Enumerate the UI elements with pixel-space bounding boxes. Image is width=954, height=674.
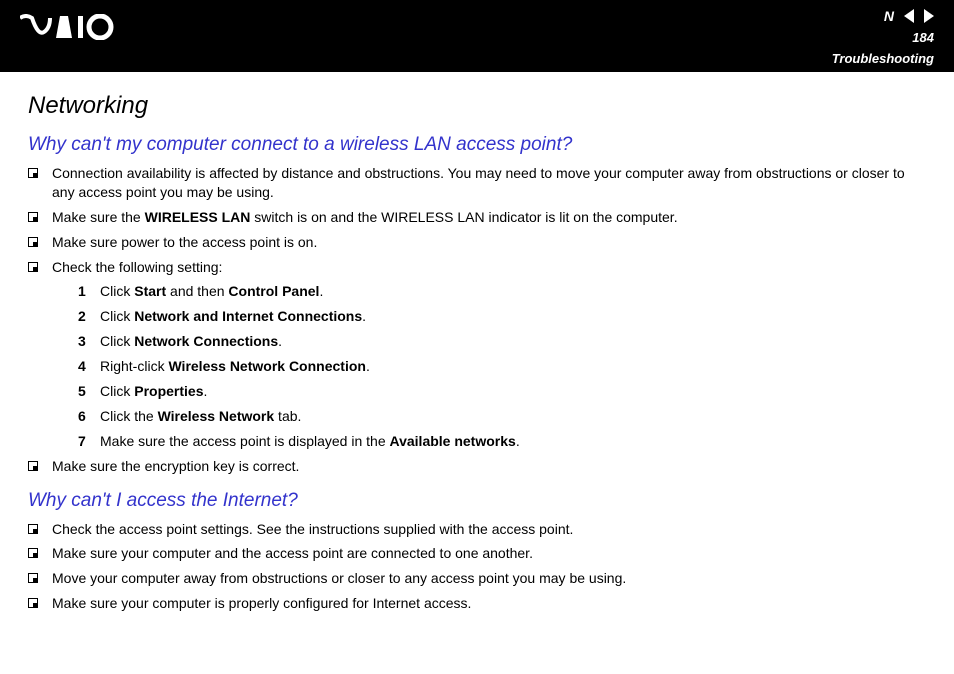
step-number: 2 — [78, 307, 100, 326]
bullet-text: Check the access point settings. See the… — [52, 520, 573, 539]
bold-text: Properties — [134, 383, 203, 399]
step-text: Click Network Connections. — [100, 332, 282, 351]
step-text: Click the Wireless Network tab. — [100, 407, 301, 426]
bold-text: Control Panel — [228, 283, 319, 299]
bullet-icon — [28, 548, 38, 558]
list-item: Make sure your computer and the access p… — [28, 544, 926, 563]
bullet-icon — [28, 573, 38, 583]
header-bar: N 184 Troubleshooting — [0, 0, 954, 72]
step-item: 2 Click Network and Internet Connections… — [78, 307, 926, 326]
q2-bullet-list: Check the access point settings. See the… — [28, 520, 926, 614]
text: Click — [100, 383, 134, 399]
question-wlan: Why can't my computer connect to a wirel… — [28, 134, 926, 156]
step-text: Click Network and Internet Connections. — [100, 307, 366, 326]
text: . — [203, 383, 207, 399]
q1-bullet-list: Connection availability is affected by d… — [28, 164, 926, 276]
text: . — [319, 283, 323, 299]
bold-text: WIRELESS LAN — [145, 209, 251, 225]
bullet-icon — [28, 262, 38, 272]
bold-text: Start — [134, 283, 166, 299]
text: . — [362, 308, 366, 324]
list-item: Move your computer away from obstruction… — [28, 569, 926, 588]
list-item: Make sure the WIRELESS LAN switch is on … — [28, 208, 926, 227]
text: Click the — [100, 408, 158, 424]
step-text: Right-click Wireless Network Connection. — [100, 357, 370, 376]
bold-text: Wireless Network Connection — [168, 358, 365, 374]
bullet-icon — [28, 237, 38, 247]
bullet-text: Make sure power to the access point is o… — [52, 233, 317, 252]
text: . — [516, 433, 520, 449]
text: Make sure the — [52, 209, 145, 225]
step-item: 4 Right-click Wireless Network Connectio… — [78, 357, 926, 376]
bullet-icon — [28, 461, 38, 471]
step-item: 3 Click Network Connections. — [78, 332, 926, 351]
bullet-text: Make sure your computer is properly conf… — [52, 594, 471, 613]
step-item: 7 Make sure the access point is displaye… — [78, 432, 926, 451]
n-indicator: N — [884, 8, 894, 24]
bold-text: Wireless Network — [158, 408, 275, 424]
text: Right-click — [100, 358, 168, 374]
text: switch is on and the WIRELESS LAN indica… — [250, 209, 677, 225]
bullet-text: Check the following setting: — [52, 258, 222, 277]
step-text: Click Start and then Control Panel. — [100, 282, 323, 301]
steps-list: 1 Click Start and then Control Panel. 2 … — [78, 282, 926, 450]
text: Click — [100, 283, 134, 299]
step-number: 6 — [78, 407, 100, 426]
bullet-text: Connection availability is affected by d… — [52, 164, 926, 202]
bold-text: Network Connections — [134, 333, 278, 349]
list-item: Connection availability is affected by d… — [28, 164, 926, 202]
list-item: Check the access point settings. See the… — [28, 520, 926, 539]
bullet-icon — [28, 598, 38, 608]
bullet-text: Move your computer away from obstruction… — [52, 569, 626, 588]
text: Click — [100, 333, 134, 349]
text: . — [366, 358, 370, 374]
step-number: 5 — [78, 382, 100, 401]
step-number: 7 — [78, 432, 100, 451]
bold-text: Network and Internet Connections — [134, 308, 362, 324]
step-number: 3 — [78, 332, 100, 351]
question-internet: Why can't I access the Internet? — [28, 490, 926, 512]
step-item: 5 Click Properties. — [78, 382, 926, 401]
list-item: Make sure power to the access point is o… — [28, 233, 926, 252]
page-number: 184 — [912, 30, 934, 45]
list-item: Make sure your computer is properly conf… — [28, 594, 926, 613]
text: Make sure the access point is displayed … — [100, 433, 390, 449]
step-number: 4 — [78, 357, 100, 376]
list-item: Make sure the encryption key is correct. — [28, 457, 926, 476]
step-number: 1 — [78, 282, 100, 301]
step-item: 1 Click Start and then Control Panel. — [78, 282, 926, 301]
bullet-icon — [28, 168, 38, 178]
bullet-text: Make sure the encryption key is correct. — [52, 457, 299, 476]
content-area: Networking Why can't my computer connect… — [0, 72, 954, 639]
header-right: N 184 Troubleshooting — [832, 8, 934, 66]
bullet-text: Make sure the WIRELESS LAN switch is on … — [52, 208, 678, 227]
step-text: Make sure the access point is displayed … — [100, 432, 520, 451]
text: Click — [100, 308, 134, 324]
step-item: 6 Click the Wireless Network tab. — [78, 407, 926, 426]
bullet-icon — [28, 524, 38, 534]
bullet-text: Make sure your computer and the access p… — [52, 544, 533, 563]
bullet-icon — [28, 212, 38, 222]
text: and then — [166, 283, 228, 299]
prev-page-arrow-icon[interactable] — [904, 9, 914, 23]
vaio-logo — [20, 14, 120, 40]
bold-text: Available networks — [390, 433, 516, 449]
section-label: Troubleshooting — [832, 51, 934, 66]
q1-bullet-list-cont: Make sure the encryption key is correct. — [28, 457, 926, 476]
text: . — [278, 333, 282, 349]
text: tab. — [274, 408, 301, 424]
next-page-arrow-icon[interactable] — [924, 9, 934, 23]
step-text: Click Properties. — [100, 382, 207, 401]
list-item: Check the following setting: — [28, 258, 926, 277]
nav-row: N — [884, 8, 934, 24]
page-title: Networking — [28, 92, 926, 120]
